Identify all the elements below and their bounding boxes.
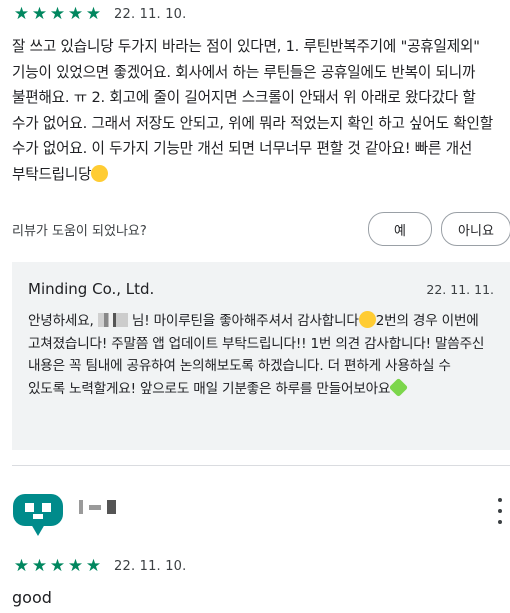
- review-date: 22. 11. 10.: [114, 6, 187, 22]
- reply-author: Minding Co., Ltd.: [28, 280, 155, 298]
- reply-greeting: 안녕하세요,: [28, 313, 94, 329]
- reply-text: 안녕하세요, 님! 마이루틴을 좋아해주셔서 감사합니다 2번의 경우 이번에 고…: [28, 310, 488, 400]
- star-icon: ★: [67, 3, 84, 24]
- developer-reply: Minding Co., Ltd. 22. 11. 11. 안녕하세요, 님! …: [12, 262, 510, 450]
- review-text: 잘 쓰고 있습니당 두가지 바라는 점이 있다면, 1. 루틴반복주기에 "공휴…: [12, 34, 498, 187]
- star-icon: ★: [31, 555, 48, 576]
- redacted-username: [97, 313, 128, 327]
- star-icon: ★: [13, 555, 30, 576]
- reply-date: 22. 11. 11.: [426, 282, 494, 297]
- star-icon: ★: [67, 555, 84, 576]
- review-2-meta: ★ ★ ★ ★ ★ 22. 11. 10.: [13, 557, 187, 575]
- review-1-meta: ★ ★ ★ ★ ★ 22. 11. 10.: [13, 5, 187, 23]
- star-icon: ★: [31, 3, 48, 24]
- helpful-no-button[interactable]: 아니요: [441, 212, 510, 246]
- star-icon: ★: [85, 555, 102, 576]
- divider: [12, 465, 510, 466]
- review-body: 잘 쓰고 있습니당 두가지 바라는 점이 있다면, 1. 루틴반복주기에 "공휴…: [12, 38, 493, 183]
- more-vert-icon[interactable]: [490, 498, 510, 524]
- chat-bubble-avatar-icon: [13, 494, 63, 536]
- star-icon: ★: [13, 3, 30, 24]
- smiling-face-icon: [358, 311, 376, 328]
- reply-thanks: 님! 마이루틴을 좋아해주셔서 감사합니다: [131, 313, 359, 329]
- star-rating: ★ ★ ★ ★ ★: [13, 3, 102, 24]
- review-2-header: [0, 484, 510, 540]
- review-text: good: [12, 588, 52, 607]
- star-icon: ★: [85, 3, 102, 24]
- green-heart-icon: [389, 377, 409, 397]
- helpful-question: 리뷰가 도움이 되었나요?: [12, 224, 147, 239]
- star-icon: ★: [49, 555, 66, 576]
- star-rating: ★ ★ ★ ★ ★: [13, 555, 102, 576]
- redacted-reviewer-name: [79, 500, 116, 514]
- helpful-yes-button[interactable]: 예: [368, 212, 432, 246]
- star-icon: ★: [49, 3, 66, 24]
- helpful-row: 리뷰가 도움이 되었나요? 예 아니요: [0, 212, 510, 246]
- review-date: 22. 11. 10.: [114, 558, 187, 574]
- grinning-face-icon: [91, 164, 109, 182]
